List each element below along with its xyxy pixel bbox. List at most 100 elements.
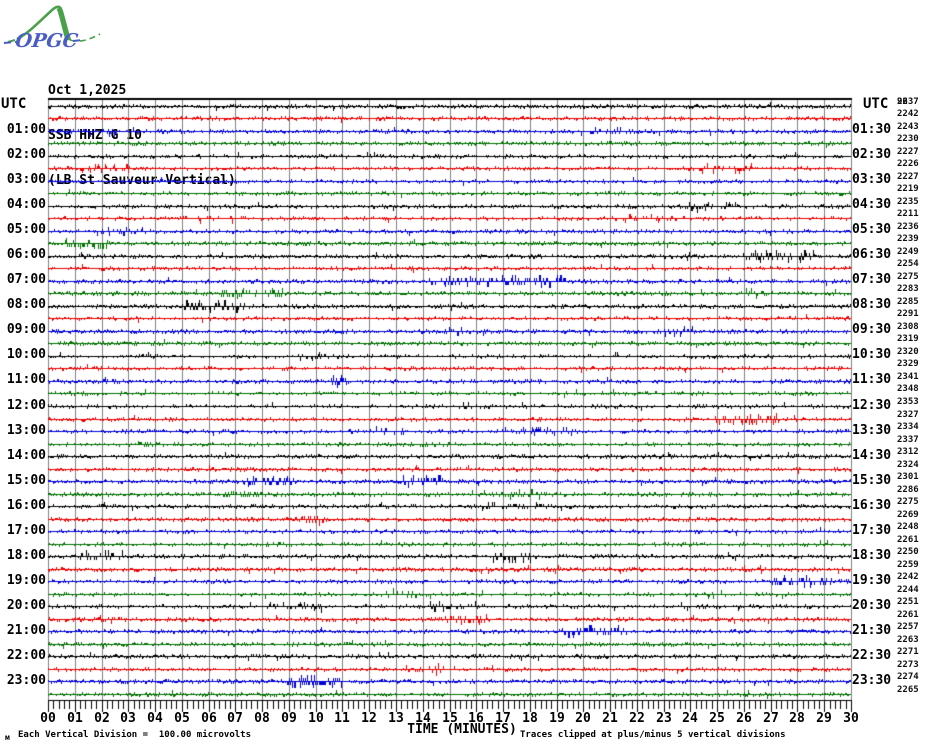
webicorder-page: OPGC Oct 1,2025 SSB HHZ G 10 (LB St Sauv… xyxy=(0,0,930,744)
right-bias-value: 2301 xyxy=(897,472,919,482)
right-bias-value: 2285 xyxy=(897,297,919,307)
minute-tick-label: 08 xyxy=(254,711,270,726)
left-time-label: 15:00 xyxy=(6,473,46,488)
left-time-label: 19:00 xyxy=(6,573,46,588)
vertical-division-note: Each Vertical Division = 100.00 microvol… xyxy=(18,730,251,740)
left-time-label: 03:00 xyxy=(6,172,46,187)
right-time-label: 10:30 xyxy=(852,347,892,362)
right-bias-value: 2259 xyxy=(897,560,919,570)
left-time-label: 04:00 xyxy=(6,197,46,212)
right-bias-value: 2291 xyxy=(897,309,919,319)
right-time-label: 01:30 xyxy=(852,122,892,137)
right-time-label: 22:30 xyxy=(852,648,892,663)
minute-tick-label: 29 xyxy=(816,711,832,726)
right-bias-value: 2327 xyxy=(897,410,919,420)
left-time-label: 05:00 xyxy=(6,222,46,237)
left-time-label: 22:00 xyxy=(6,648,46,663)
right-time-label: 23:30 xyxy=(852,673,892,688)
left-time-label: 07:00 xyxy=(6,272,46,287)
right-time-label: 02:30 xyxy=(852,147,892,162)
right-bias-value: 2248 xyxy=(897,522,919,532)
left-time-label: 21:00 xyxy=(6,623,46,638)
minute-tick-label: 23 xyxy=(656,711,672,726)
right-bias-value: 2261 xyxy=(897,535,919,545)
right-time-label: 15:30 xyxy=(852,473,892,488)
left-time-label: 01:00 xyxy=(6,122,46,137)
right-bias-value: 2269 xyxy=(897,510,919,520)
left-time-label: 09:00 xyxy=(6,322,46,337)
right-time-label: 16:30 xyxy=(852,498,892,513)
right-bias-value: 2320 xyxy=(897,347,919,357)
minute-tick-label: 28 xyxy=(789,711,805,726)
right-bias-value: 2353 xyxy=(897,397,919,407)
minute-tick-label: 12 xyxy=(361,711,377,726)
right-time-label: 20:30 xyxy=(852,598,892,613)
left-time-label: 17:00 xyxy=(6,523,46,538)
right-time-label: 13:30 xyxy=(852,423,892,438)
clipping-note: Traces clipped at plus/minus 5 vertical … xyxy=(520,730,786,740)
right-bias-value: 2341 xyxy=(897,372,919,382)
right-bias-value: 2236 xyxy=(897,222,919,232)
minute-tick-label: 07 xyxy=(227,711,243,726)
minute-tick-label: 10 xyxy=(308,711,324,726)
right-time-label: 17:30 xyxy=(852,523,892,538)
minute-tick-label: 21 xyxy=(602,711,618,726)
left-time-label: 16:00 xyxy=(6,498,46,513)
minute-tick-label: 06 xyxy=(201,711,217,726)
right-time-label: 21:30 xyxy=(852,623,892,638)
right-bias-value: 2283 xyxy=(897,284,919,294)
minute-tick-label: 11 xyxy=(334,711,350,726)
left-time-label: 11:00 xyxy=(6,372,46,387)
right-time-label: 08:30 xyxy=(852,297,892,312)
right-bias-value: 2250 xyxy=(897,547,919,557)
left-time-label: 10:00 xyxy=(6,347,46,362)
right-bias-value: 2274 xyxy=(897,672,919,682)
left-time-label: 12:00 xyxy=(6,398,46,413)
left-time-label: 23:00 xyxy=(6,673,46,688)
right-bias-value: 2261 xyxy=(897,610,919,620)
right-bias-value: 2239 xyxy=(897,234,919,244)
minute-tick-label: 01 xyxy=(67,711,83,726)
right-bias-value: 2265 xyxy=(897,685,919,695)
right-bias-value: 2324 xyxy=(897,460,919,470)
minute-tick-label: 09 xyxy=(281,711,297,726)
right-bias-value: 2219 xyxy=(897,184,919,194)
minute-tick-label: 27 xyxy=(763,711,779,726)
right-bias-value: 2242 xyxy=(897,109,919,119)
right-bias-value: 2348 xyxy=(897,384,919,394)
right-overlap-value: 96 xyxy=(897,97,908,107)
right-bias-value: 2273 xyxy=(897,660,919,670)
right-bias-value: 2254 xyxy=(897,259,919,269)
minute-tick-label: 02 xyxy=(94,711,110,726)
right-time-label: 12:30 xyxy=(852,398,892,413)
helicorder-canvas xyxy=(0,0,930,744)
right-bias-value: 2249 xyxy=(897,247,919,257)
right-bias-value: 2275 xyxy=(897,497,919,507)
minute-tick-label: 22 xyxy=(629,711,645,726)
minute-tick-label: 25 xyxy=(709,711,725,726)
minute-tick-label: 04 xyxy=(147,711,163,726)
right-time-label: 07:30 xyxy=(852,272,892,287)
right-bias-value: 2235 xyxy=(897,197,919,207)
left-time-label: 06:00 xyxy=(6,247,46,262)
right-bias-value: 2275 xyxy=(897,272,919,282)
right-bias-value: 2334 xyxy=(897,422,919,432)
right-bias-value: 2227 xyxy=(897,172,919,182)
right-bias-value: 2226 xyxy=(897,159,919,169)
right-bias-value: 2308 xyxy=(897,322,919,332)
right-bias-value: 2319 xyxy=(897,334,919,344)
right-bias-value: 2257 xyxy=(897,622,919,632)
right-bias-value: 2271 xyxy=(897,647,919,657)
right-bias-value: 2312 xyxy=(897,447,919,457)
minute-tick-label: 20 xyxy=(575,711,591,726)
right-bias-value: 2211 xyxy=(897,209,919,219)
corner-glyph: м xyxy=(5,733,10,742)
left-time-label: 08:00 xyxy=(6,297,46,312)
right-bias-value: 2286 xyxy=(897,485,919,495)
right-time-label: 05:30 xyxy=(852,222,892,237)
right-bias-value: 2263 xyxy=(897,635,919,645)
right-time-label: 14:30 xyxy=(852,448,892,463)
right-time-label: 11:30 xyxy=(852,372,892,387)
left-time-label: 14:00 xyxy=(6,448,46,463)
right-time-label: 09:30 xyxy=(852,322,892,337)
